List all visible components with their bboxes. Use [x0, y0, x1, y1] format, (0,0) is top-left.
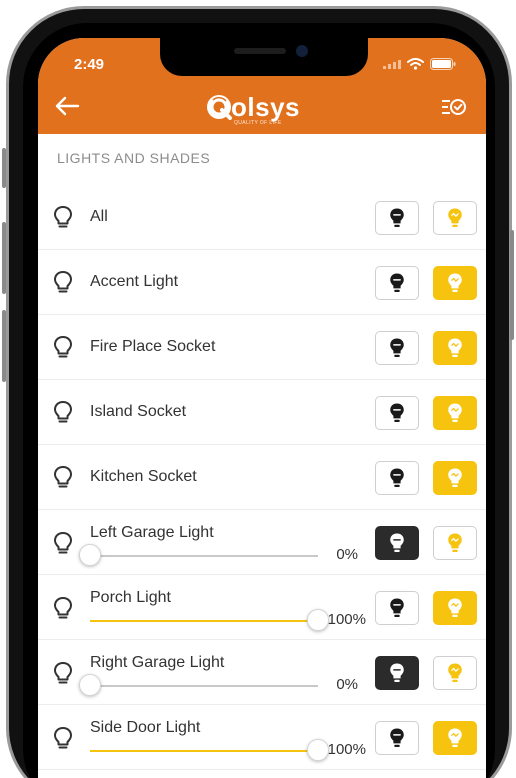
lightbulb-outline-icon — [53, 400, 73, 425]
light-name: Fire Place Socket — [90, 338, 216, 355]
qolsys-logo: olsys QUALITY OF LIFE — [204, 90, 300, 126]
notch — [160, 38, 368, 76]
bulb-on-icon — [448, 598, 462, 617]
light-row: Side Door Light 100% — [38, 705, 486, 770]
front-camera — [296, 45, 308, 57]
lightbulb-outline-icon — [53, 205, 73, 230]
app-header: 2:49 olsys QUALITY OF LIFE — [38, 38, 486, 134]
light-name: Accent Light — [90, 273, 179, 290]
back-arrow-icon[interactable] — [52, 94, 82, 118]
dimmer-level: 100% — [327, 611, 366, 628]
bulb-on-icon — [448, 533, 462, 552]
light-off-button[interactable] — [375, 266, 419, 300]
bulb-off-icon — [390, 468, 404, 487]
light-name: Kitchen Socket — [90, 468, 197, 485]
light-row: Right Garage Light 0% — [38, 640, 486, 705]
light-off-button[interactable] — [375, 591, 419, 625]
light-row: All — [38, 185, 486, 250]
light-off-button[interactable] — [375, 461, 419, 495]
volume-up-button — [2, 222, 6, 294]
light-on-button[interactable] — [433, 396, 477, 430]
bulb-on-icon — [448, 273, 462, 292]
wifi-icon — [407, 58, 424, 70]
dimmer-slider[interactable] — [90, 739, 329, 761]
light-off-button[interactable] — [375, 656, 419, 690]
light-row: Island Socket — [38, 380, 486, 445]
bulb-off-icon — [390, 208, 404, 227]
dimmer-thumb[interactable] — [79, 674, 101, 696]
light-name: Island Socket — [90, 403, 187, 420]
signal-icon — [383, 59, 401, 69]
logo-tagline: QUALITY OF LIFE — [234, 120, 282, 126]
lightbulb-outline-icon — [53, 596, 73, 621]
battery-icon — [430, 58, 456, 70]
dimmer-fill — [90, 620, 318, 622]
status-icons — [383, 58, 456, 70]
light-on-button[interactable] — [433, 266, 477, 300]
light-off-button[interactable] — [375, 721, 419, 755]
lightbulb-outline-icon — [53, 465, 73, 490]
app-screen: 2:49 olsys QUALITY OF LIFE LIGHTS AND SH… — [38, 38, 486, 778]
power-button — [510, 230, 514, 340]
dimmer-slider[interactable] — [79, 674, 318, 696]
dimmer-slider[interactable] — [90, 609, 329, 631]
light-off-button[interactable] — [375, 331, 419, 365]
dimmer-slider[interactable] — [79, 544, 318, 566]
lightbulb-outline-icon — [53, 335, 73, 360]
bulb-on-icon — [448, 468, 462, 487]
dimmer-level: 100% — [327, 741, 366, 758]
bulb-on-icon — [448, 208, 462, 227]
light-name: Left Garage Light — [90, 524, 214, 541]
bulb-on-icon — [448, 338, 462, 357]
bulb-off-icon — [390, 338, 404, 357]
dimmer-fill — [90, 750, 318, 752]
bulb-on-icon — [448, 403, 462, 422]
light-row: Left Garage Light 0% — [38, 510, 486, 575]
logo-q-icon — [207, 95, 232, 120]
light-name: All — [90, 208, 108, 225]
lightbulb-outline-icon — [53, 270, 73, 295]
light-name: Side Door Light — [90, 719, 201, 736]
light-on-button[interactable] — [433, 201, 477, 235]
light-row: Accent Light — [38, 250, 486, 315]
dimmer-level: 0% — [336, 676, 358, 693]
list-check-icon[interactable] — [440, 96, 466, 118]
light-off-button[interactable] — [375, 526, 419, 560]
light-on-button[interactable] — [433, 591, 477, 625]
bulb-off-icon — [390, 533, 404, 552]
bulb-off-icon — [390, 273, 404, 292]
dimmer-level: 0% — [336, 546, 358, 563]
light-row: Fire Place Socket — [38, 315, 486, 380]
light-off-button[interactable] — [375, 396, 419, 430]
light-on-button[interactable] — [433, 331, 477, 365]
status-time: 2:49 — [74, 56, 105, 73]
bulb-on-icon — [448, 728, 462, 747]
bulb-off-icon — [390, 598, 404, 617]
dimmer-thumb[interactable] — [79, 544, 101, 566]
lightbulb-outline-icon — [53, 726, 73, 751]
logo-text: olsys — [231, 91, 300, 122]
light-off-button[interactable] — [375, 201, 419, 235]
bulb-off-icon — [390, 728, 404, 747]
light-row: Porch Light 100% — [38, 575, 486, 640]
volume-down-button — [2, 310, 6, 382]
light-on-button[interactable] — [433, 461, 477, 495]
bulb-off-icon — [390, 663, 404, 682]
light-on-button[interactable] — [433, 721, 477, 755]
section-title: LIGHTS AND SHADES — [57, 150, 211, 166]
light-row: Kitchen Socket — [38, 445, 486, 510]
bulb-on-icon — [448, 663, 462, 682]
mute-switch — [2, 148, 6, 188]
lightbulb-outline-icon — [53, 661, 73, 686]
light-name: Right Garage Light — [90, 654, 225, 671]
bulb-off-icon — [390, 403, 404, 422]
speaker-grille — [234, 48, 286, 54]
lightbulb-outline-icon — [53, 531, 73, 556]
light-on-button[interactable] — [433, 526, 477, 560]
light-name: Porch Light — [90, 589, 171, 606]
light-on-button[interactable] — [433, 656, 477, 690]
